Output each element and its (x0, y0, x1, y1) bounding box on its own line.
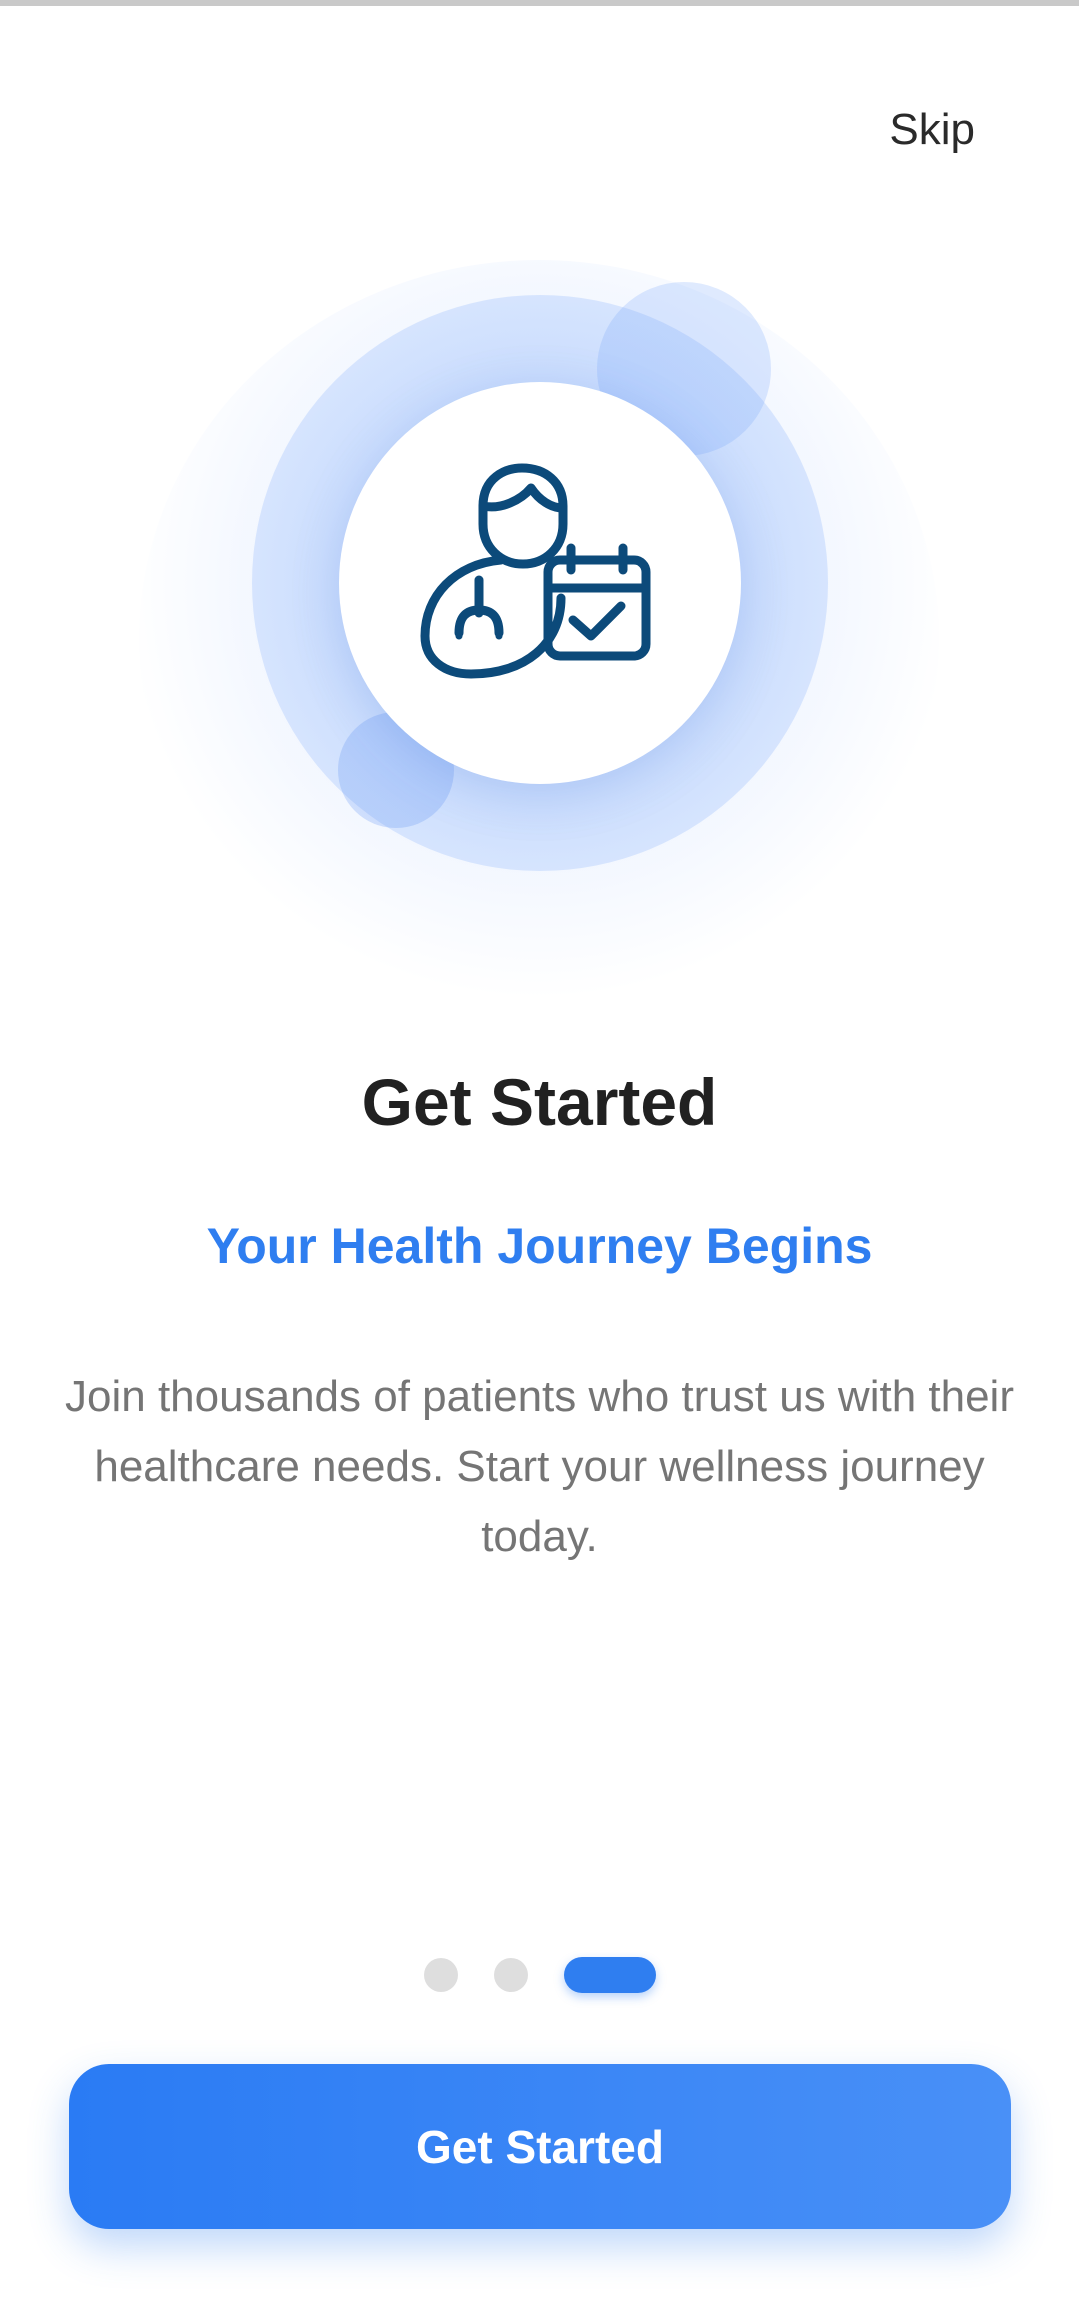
hero-icon-circle (339, 382, 741, 784)
get-started-button-label: Get Started (416, 2120, 664, 2173)
page-indicator (0, 1957, 1079, 1993)
page-description: Join thousands of patients who trust us … (65, 1372, 1014, 1561)
get-started-button[interactable]: Get Started (69, 2064, 1011, 2229)
page-indicator-dot-3-active[interactable] (563, 1957, 656, 1993)
doctor-calendar-icon (420, 463, 651, 679)
hero-illustration (139, 260, 939, 1020)
page-indicator-dot-2[interactable] (493, 1958, 528, 1992)
page-indicator-dot-1[interactable] (423, 1958, 458, 1992)
page-title: Get Started (361, 1065, 718, 1139)
top-divider (0, 0, 1079, 6)
skip-button[interactable]: Skip (889, 104, 975, 156)
page-subtitle: Your Health Journey Begins (206, 1218, 873, 1274)
